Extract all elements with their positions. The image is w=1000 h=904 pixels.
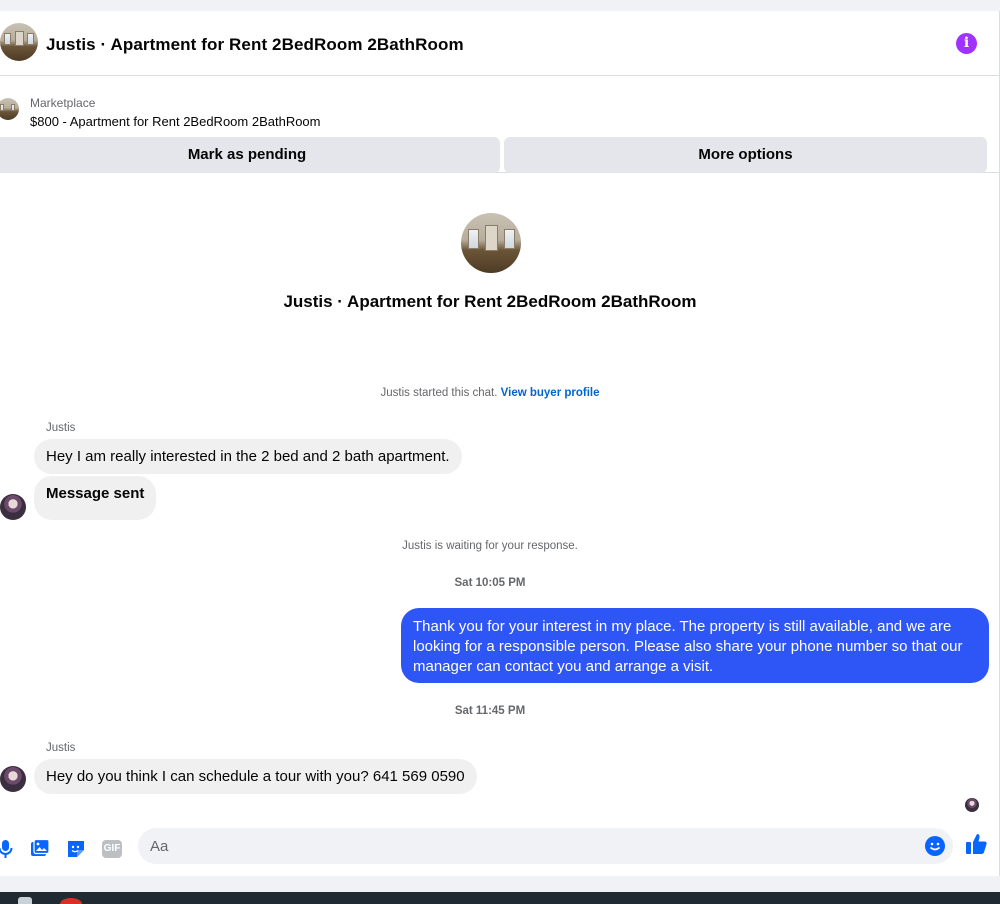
message-input[interactable] (150, 828, 910, 864)
chat-panel: Justis · Apartment for Rent 2BedRoom 2Ba… (0, 11, 1000, 876)
listing-thumbnail[interactable] (0, 98, 19, 120)
gif-icon[interactable]: GIF (102, 840, 122, 858)
room-photo-image (0, 98, 19, 120)
marketplace-listing-bar: Marketplace $800 - Apartment for Rent 2B… (0, 86, 1000, 173)
more-options-button[interactable]: More options (504, 137, 987, 173)
message-timestamp: Sat 11:45 PM (454, 705, 526, 717)
photo-icon[interactable] (30, 838, 50, 859)
info-icon[interactable]: i (956, 33, 977, 54)
mark-as-pending-button[interactable]: Mark as pending (0, 137, 500, 173)
incoming-message-bubble[interactable]: Hey I am really interested in the 2 bed … (34, 439, 462, 474)
message-timestamp: Sat 10:05 PM (454, 577, 526, 589)
microphone-icon[interactable] (0, 839, 16, 859)
read-receipt-avatar (965, 798, 979, 812)
message-composer: GIF (0, 825, 1000, 875)
outgoing-message-bubble[interactable]: Thank you for your interest in my place.… (401, 608, 989, 683)
listing-avatar[interactable] (0, 23, 38, 61)
chat-name: Justis · Apartment for Rent 2BedRoom 2Ba… (283, 292, 697, 311)
thumbs-up-icon[interactable] (965, 832, 989, 856)
room-photo-image (0, 23, 38, 61)
room-photo-image (461, 213, 521, 273)
chat-header: Justis · Apartment for Rent 2BedRoom 2Ba… (0, 11, 1000, 76)
incoming-message-bubble[interactable]: Message sent (34, 476, 157, 520)
listing-category: Marketplace (30, 96, 96, 110)
chat-started-text: Justis started this chat. (380, 387, 498, 399)
header-title[interactable]: Justis · Apartment for Rent 2BedRoom 2Ba… (46, 35, 464, 55)
listing-price-title[interactable]: $800 - Apartment for Rent 2BedRoom 2Bath… (30, 114, 321, 129)
message-sender-name: Justis (46, 422, 76, 434)
sender-avatar[interactable] (0, 494, 26, 520)
taskbar-app-icon[interactable] (18, 897, 32, 904)
os-taskbar (0, 892, 1000, 904)
view-buyer-profile-link[interactable]: View buyer profile (501, 387, 600, 399)
chat-started-notice: Justis started this chat. View buyer pro… (0, 387, 980, 399)
incoming-message-bubble[interactable]: Hey do you think I can schedule a tour w… (34, 759, 477, 794)
chat-profile-avatar[interactable] (461, 213, 521, 273)
message-sender-name: Justis (46, 742, 76, 754)
waiting-notice: Justis is waiting for your response. (402, 540, 578, 552)
sender-avatar[interactable] (0, 766, 26, 792)
sticker-icon[interactable] (66, 839, 86, 859)
emoji-icon[interactable] (925, 836, 945, 856)
taskbar-app-icon[interactable] (60, 898, 82, 904)
message-input-container (138, 828, 953, 864)
